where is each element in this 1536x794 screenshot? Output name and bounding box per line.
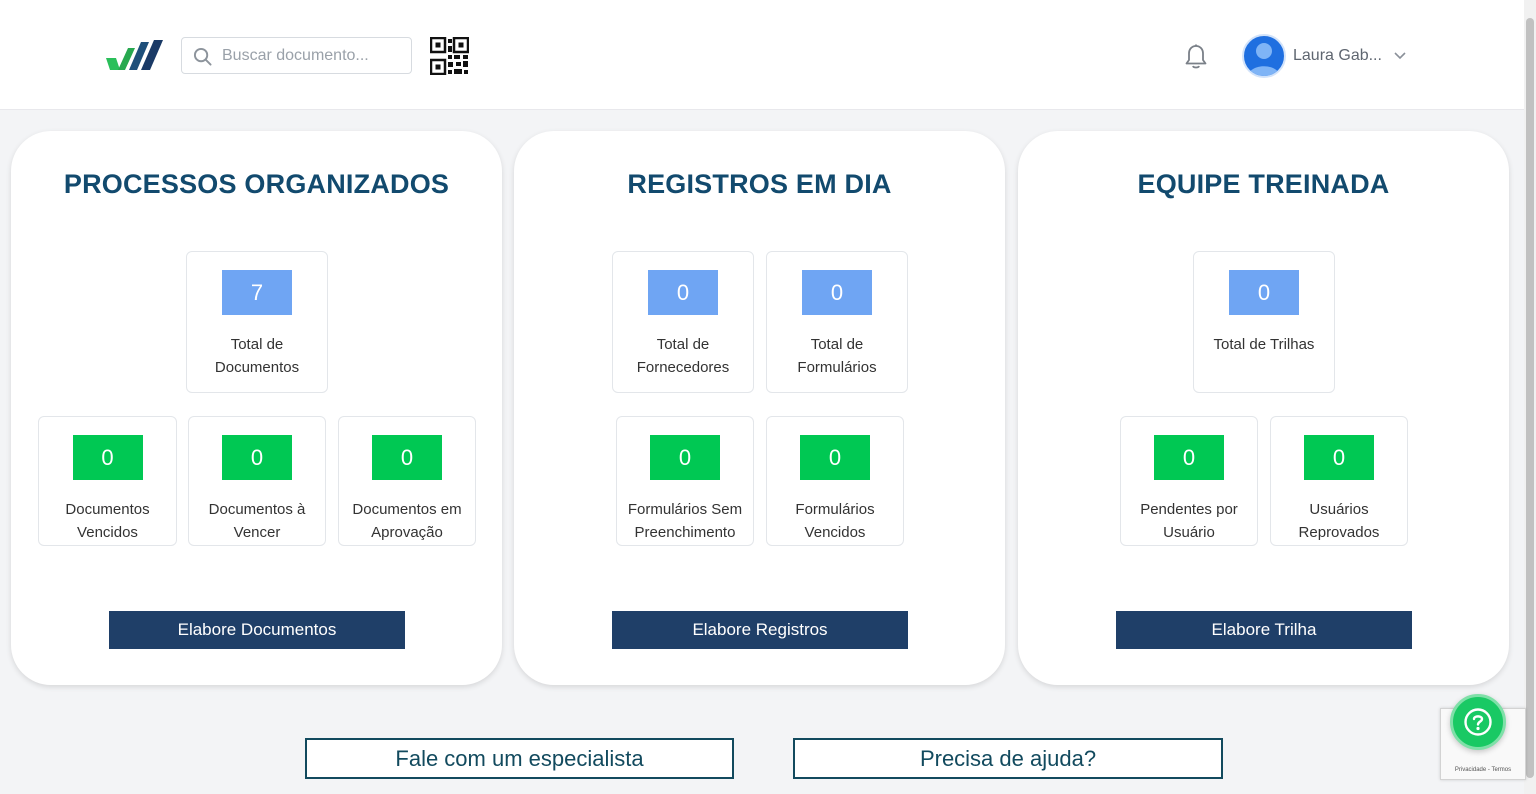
stat-value: 0 bbox=[802, 270, 872, 315]
fale-com-especialista-button[interactable]: Fale com um especialista bbox=[305, 738, 734, 779]
help-question-icon[interactable] bbox=[1450, 694, 1506, 750]
stat-usuarios-reprovados[interactable]: 0 Usuários Reprovados bbox=[1270, 416, 1408, 546]
stat-label: Total de Trilhas bbox=[1213, 336, 1315, 353]
search-input[interactable]: Buscar documento... bbox=[181, 37, 412, 74]
card-title: REGISTROS EM DIA bbox=[627, 169, 892, 199]
stat-label: Total de Formulários bbox=[797, 336, 877, 376]
stat-label: Documentos à Vencer bbox=[208, 501, 306, 541]
stat-value: 0 bbox=[650, 435, 720, 480]
card-title: EQUIPE TREINADA bbox=[1137, 169, 1390, 199]
stat-value: 7 bbox=[222, 270, 292, 315]
card-processos-organizados: PROCESSOS ORGANIZADOS 7 Total de Documen… bbox=[11, 131, 502, 685]
stat-total-documentos[interactable]: 7 Total de Documentos bbox=[186, 251, 328, 393]
precisa-de-ajuda-button[interactable]: Precisa de ajuda? bbox=[793, 738, 1223, 779]
scrollbar-thumb[interactable] bbox=[1526, 18, 1534, 778]
stat-value: 0 bbox=[648, 270, 718, 315]
stat-value: 0 bbox=[72, 435, 143, 480]
stat-label: Formulários Sem Preenchimento bbox=[627, 501, 743, 541]
scrollbar[interactable] bbox=[1524, 0, 1536, 794]
stat-value: 0 bbox=[222, 435, 292, 480]
card-registros-em-dia: REGISTROS EM DIA 0 Total de Fornecedores… bbox=[514, 131, 1005, 685]
stat-value: 0 bbox=[800, 435, 870, 480]
stat-total-trilhas[interactable]: 0 Total de Trilhas bbox=[1193, 251, 1335, 393]
stat-value: 0 bbox=[1304, 435, 1374, 480]
chevron-down-icon[interactable] bbox=[1393, 51, 1407, 61]
stat-label: Total de Fornecedores bbox=[636, 336, 730, 376]
stat-total-formularios[interactable]: 0 Total de Formulários bbox=[766, 251, 908, 393]
stat-label: Pendentes por Usuário bbox=[1140, 501, 1238, 541]
stat-documentos-em-aprovacao[interactable]: 0 Documentos em Aprovação bbox=[338, 416, 476, 546]
stat-pendentes-por-usuario[interactable]: 0 Pendentes por Usuário bbox=[1120, 416, 1258, 546]
stat-label: Documentos em Aprovação bbox=[352, 501, 462, 541]
stat-label: Total de Documentos bbox=[214, 336, 300, 376]
elabore-registros-button[interactable]: Elabore Registros bbox=[612, 611, 908, 649]
stat-value: 0 bbox=[1154, 435, 1224, 480]
stat-label: Formulários Vencidos bbox=[795, 501, 875, 541]
qr-code-icon[interactable] bbox=[429, 36, 470, 76]
stat-formularios-vencidos[interactable]: 0 Formulários Vencidos bbox=[766, 416, 904, 546]
stat-documentos-vencidos[interactable]: 0 Documentos Vencidos bbox=[38, 416, 177, 546]
top-bar: Buscar documento... Laura Gab... bbox=[0, 0, 1524, 110]
stat-value: 0 bbox=[1229, 270, 1299, 315]
user-name[interactable]: Laura Gab... bbox=[1293, 47, 1382, 65]
stat-value: 0 bbox=[372, 435, 442, 480]
stat-formularios-sem-preenchimento[interactable]: 0 Formulários Sem Preenchimento bbox=[616, 416, 754, 546]
search-placeholder: Buscar documento... bbox=[222, 47, 369, 64]
app-logo[interactable] bbox=[104, 38, 166, 72]
stat-documentos-a-vencer[interactable]: 0 Documentos à Vencer bbox=[188, 416, 326, 546]
card-equipe-treinada: EQUIPE TREINADA 0 Total de Trilhas 0 Pen… bbox=[1018, 131, 1509, 685]
elabore-trilha-button[interactable]: Elabore Trilha bbox=[1116, 611, 1412, 649]
stat-label: Documentos Vencidos bbox=[65, 501, 150, 541]
card-title: PROCESSOS ORGANIZADOS bbox=[63, 169, 450, 199]
elabore-documentos-button[interactable]: Elabore Documentos bbox=[109, 611, 405, 649]
user-avatar-icon[interactable] bbox=[1242, 34, 1286, 78]
recaptcha-text: Privacidade - Termos bbox=[1454, 767, 1512, 773]
stat-total-fornecedores[interactable]: 0 Total de Fornecedores bbox=[612, 251, 754, 393]
bell-icon[interactable] bbox=[1184, 44, 1208, 70]
search-icon bbox=[193, 47, 212, 66]
stat-label: Usuários Reprovados bbox=[1298, 501, 1380, 541]
